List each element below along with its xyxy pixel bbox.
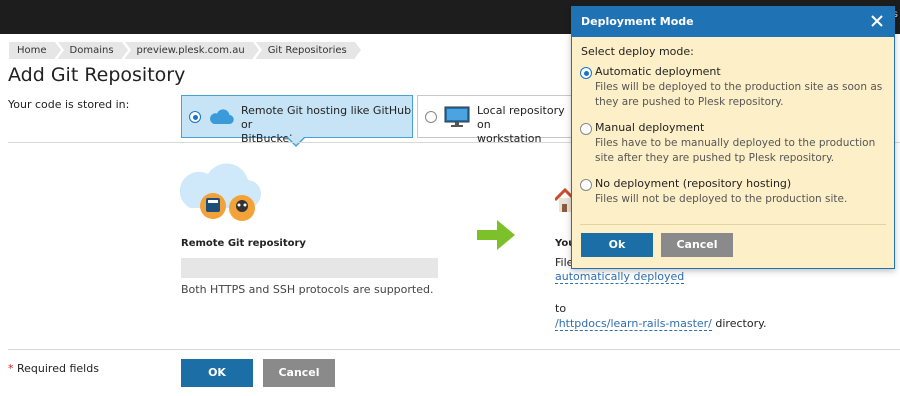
dialog-divider <box>580 224 886 225</box>
required-fields-text: Required fields <box>17 362 99 375</box>
remote-repository-input[interactable] <box>181 258 438 278</box>
dialog-header: Deployment Mode <box>572 7 894 37</box>
local-repository-option[interactable]: Local repository on workstation <box>417 95 577 145</box>
breadcrumb-home[interactable]: Home <box>9 42 61 59</box>
dialog-cancel-button[interactable]: Cancel <box>661 233 733 257</box>
monitor-icon <box>444 106 470 127</box>
breadcrumb-domains[interactable]: Domains <box>57 42 128 59</box>
breadcrumb-domain[interactable]: preview.plesk.com.au <box>124 42 259 59</box>
cancel-button[interactable]: Cancel <box>263 359 335 387</box>
manual-deployment-description: Files have to be manually deployed to th… <box>595 137 876 164</box>
remote-hosting-radio[interactable] <box>189 111 201 123</box>
no-deployment-label: No deployment (repository hosting) <box>595 177 792 190</box>
no-deployment-radio[interactable] <box>580 179 592 191</box>
dialog-ok-button[interactable]: Ok <box>581 233 653 257</box>
code-storage-label: Your code is stored in: <box>8 98 130 111</box>
arrow-right-icon <box>477 220 515 250</box>
automatic-deployment-radio[interactable] <box>580 67 592 79</box>
deploy-directory-line: /httpdocs/learn-rails-master/ directory. <box>555 317 767 331</box>
breadcrumb: Home Domains preview.plesk.com.au Git Re… <box>9 42 361 59</box>
automatic-deployment-label: Automatic deployment <box>595 65 721 78</box>
page-title: Add Git Repository <box>8 64 186 86</box>
required-asterisk: * <box>8 362 14 375</box>
breadcrumb-git-repositories[interactable]: Git Repositories <box>255 42 361 59</box>
required-fields-note: * Required fields <box>8 362 99 375</box>
close-icon[interactable] <box>868 12 886 30</box>
remote-hosting-option[interactable]: Remote Git hosting like GitHub or BitBuc… <box>181 95 413 145</box>
protocol-hint: Both HTTPS and SSH protocols are support… <box>181 283 434 296</box>
automatic-deployment-description: Files will be deployed to the production… <box>595 81 883 108</box>
deploy-directory-suffix: directory. <box>711 317 767 330</box>
ok-button[interactable]: OK <box>181 359 253 387</box>
remote-repository-label: Remote Git repository <box>181 238 306 249</box>
git-hosting-illustration <box>180 163 262 221</box>
deploy-directory-link[interactable]: /httpdocs/learn-rails-master/ <box>555 317 712 331</box>
deployment-mode-link[interactable]: automatically deployed <box>555 270 685 284</box>
no-deployment-description: Files will not be deployed to the produc… <box>595 193 848 205</box>
manual-deployment-radio[interactable] <box>580 123 592 135</box>
deploy-mode-prompt: Select deploy mode: <box>581 45 694 58</box>
to-text: to <box>555 302 567 315</box>
manual-deployment-label: Manual deployment <box>595 121 705 134</box>
footer-divider <box>8 349 900 350</box>
remote-hosting-label: Remote Git hosting like GitHub or BitBuc… <box>241 104 412 145</box>
deployment-mode-dialog: Deployment Mode Select deploy mode: Auto… <box>571 6 895 269</box>
cloud-icon <box>210 109 234 125</box>
local-repository-radio[interactable] <box>425 111 437 123</box>
local-repository-label: Local repository on workstation <box>477 104 565 145</box>
dialog-title: Deployment Mode <box>581 15 694 28</box>
